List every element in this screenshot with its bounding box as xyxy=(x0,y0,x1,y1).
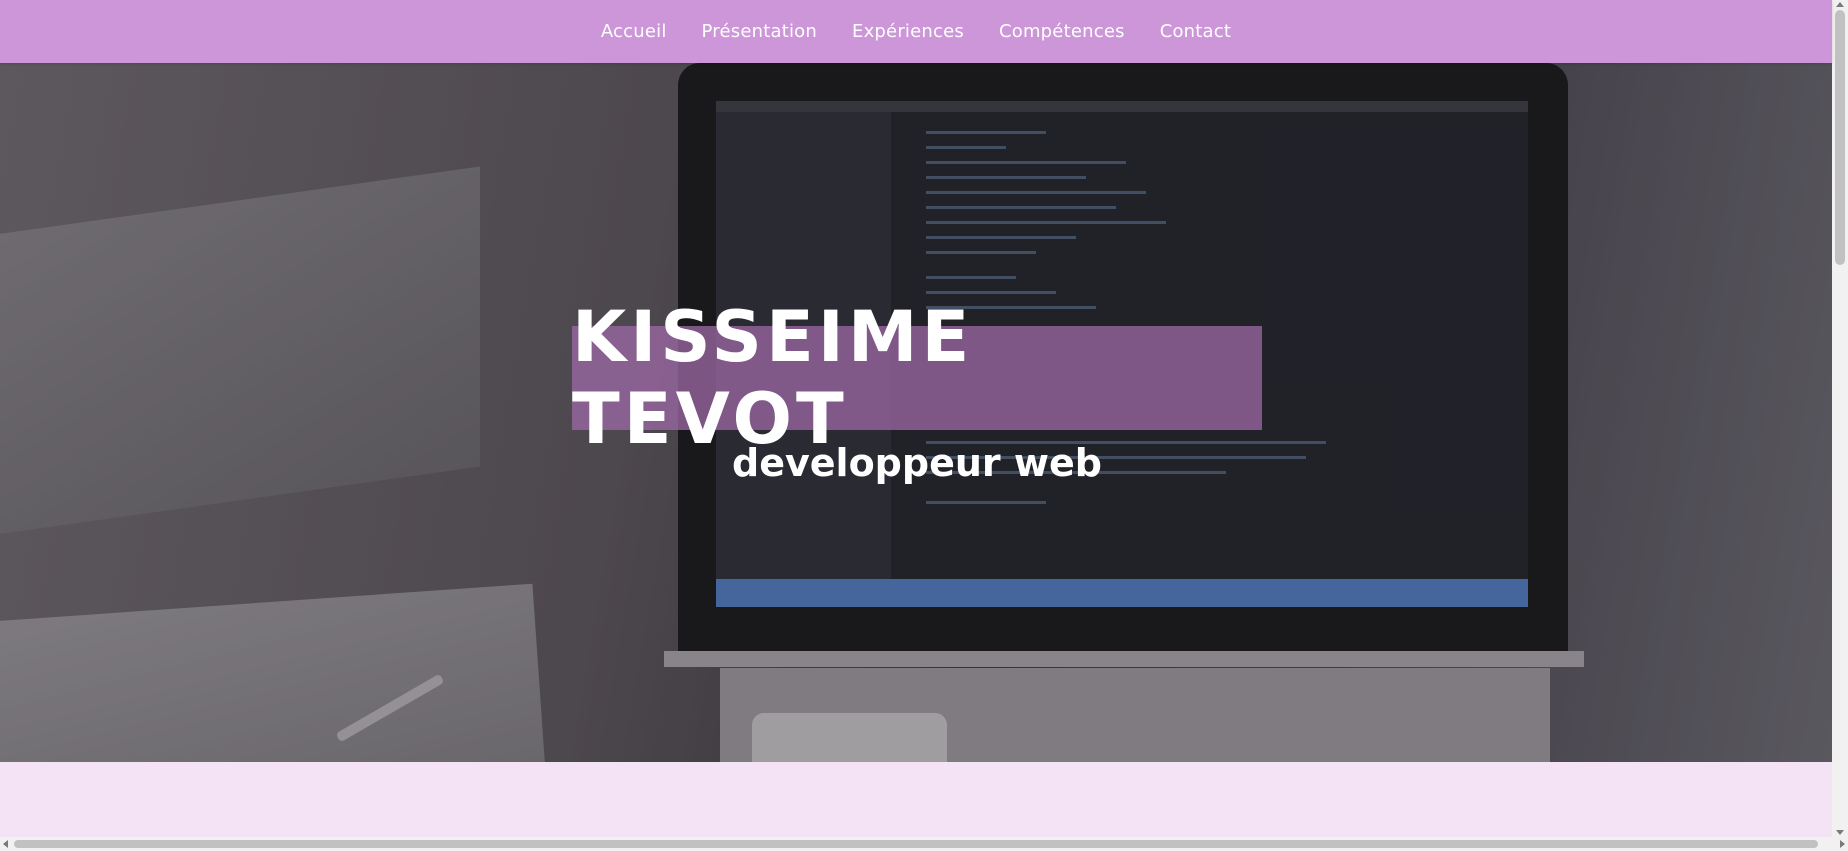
scroll-right-arrow-icon[interactable] xyxy=(1840,840,1845,848)
nav-item-presentation: Présentation xyxy=(702,21,817,42)
top-navbar: Accueil Présentation Expériences Compéte… xyxy=(0,0,1832,63)
nav-link-accueil[interactable]: Accueil xyxy=(601,21,667,42)
nav-item-contact: Contact xyxy=(1160,21,1231,42)
nav-item-accueil: Accueil xyxy=(601,21,667,42)
nav-link-contact[interactable]: Contact xyxy=(1160,21,1231,42)
scroll-down-arrow-icon[interactable] xyxy=(1836,830,1844,835)
next-section xyxy=(0,762,1832,837)
nav-link-competences[interactable]: Compétences xyxy=(999,21,1125,42)
nav-link-experiences[interactable]: Expériences xyxy=(852,21,964,42)
nav-link-presentation[interactable]: Présentation xyxy=(702,21,817,42)
scroll-up-arrow-icon[interactable] xyxy=(1836,2,1844,7)
hero-title: KISSEIME TEVOT xyxy=(572,296,974,460)
vertical-scrollbar[interactable] xyxy=(1832,0,1848,837)
hero-subtitle: developpeur web xyxy=(732,441,1102,485)
nav-item-experiences: Expériences xyxy=(852,21,964,42)
horizontal-scrollbar[interactable] xyxy=(0,837,1848,851)
vertical-scrollbar-thumb[interactable] xyxy=(1835,10,1845,265)
nav-item-competences: Compétences xyxy=(999,21,1125,42)
nav-menu: Accueil Présentation Expériences Compéte… xyxy=(601,21,1231,42)
scroll-left-arrow-icon[interactable] xyxy=(3,840,8,848)
hero-title-box: KISSEIME TEVOT xyxy=(572,296,1262,460)
hero-section: KISSEIME TEVOT developpeur web xyxy=(0,63,1832,762)
horizontal-scrollbar-thumb[interactable] xyxy=(14,840,1818,848)
